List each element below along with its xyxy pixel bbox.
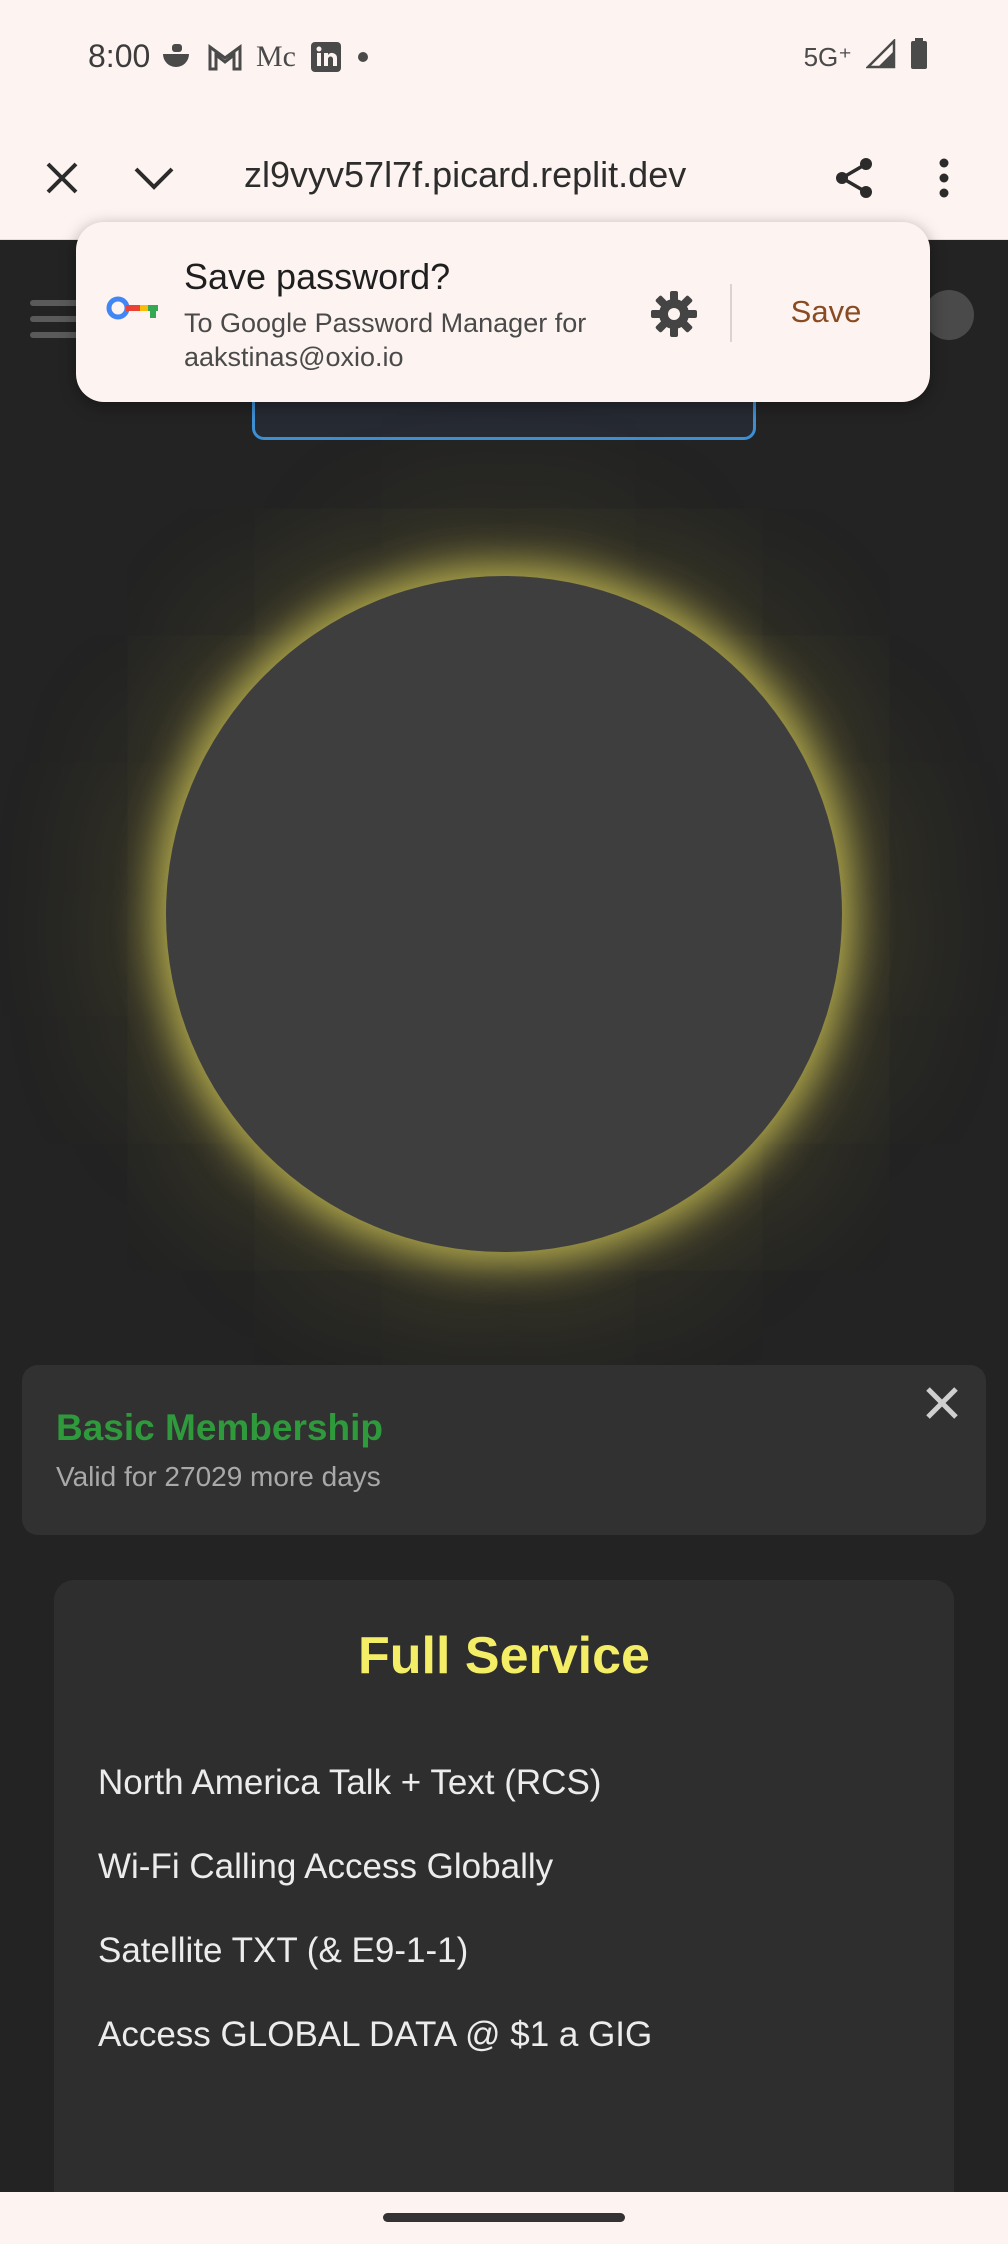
feature-item: Access GLOBAL DATA @ $1 a GIG: [98, 2015, 653, 2054]
signal-icon: [864, 37, 896, 76]
gesture-navigation-bar: [0, 2192, 1008, 2244]
menu-icon[interactable]: [30, 300, 80, 348]
feature-item: North America Talk + Text (RCS): [98, 1763, 602, 1802]
dismiss-membership-button[interactable]: [912, 1373, 972, 1433]
status-time: 8:00: [88, 38, 151, 74]
close-tab-button[interactable]: [26, 142, 98, 214]
password-key-icon: [106, 296, 162, 329]
notification-app-icon: [160, 42, 194, 72]
more-vert-icon: [939, 158, 949, 198]
status-bar: 8:00 Mc 5G⁺: [0, 0, 1008, 116]
notification-icons: Mc: [160, 40, 370, 74]
service-title: Full Service: [358, 1627, 650, 1685]
status-indicators: 5G⁺: [803, 37, 928, 77]
gear-icon: [651, 291, 697, 337]
page-content: Basic Membership Valid for 27029 more da…: [0, 240, 1008, 2192]
account-icon[interactable]: [924, 290, 974, 340]
membership-validity: Valid for 27029 more days: [56, 1461, 381, 1492]
close-icon: [926, 1387, 958, 1419]
chevron-down-icon: [134, 167, 174, 190]
share-button[interactable]: [818, 142, 890, 214]
membership-card: Basic Membership Valid for 27029 more da…: [22, 1365, 986, 1535]
home-gesture-handle[interactable]: [383, 2213, 625, 2222]
minimize-tab-button[interactable]: [118, 142, 190, 214]
membership-title: Basic Membership: [56, 1407, 383, 1448]
news-app-icon: Mc: [256, 40, 296, 73]
full-service-card: Full Service North America Talk + Text (…: [54, 1580, 954, 2192]
save-password-button[interactable]: Save: [758, 280, 894, 344]
prompt-title: Save password?: [184, 256, 451, 297]
more-notifications-dot-icon: [356, 50, 370, 64]
feature-item: Wi-Fi Calling Access Globally: [98, 1847, 554, 1886]
feature-list: North America Talk + Text (RCS) Wi-Fi Ca…: [98, 1762, 652, 2098]
more-options-button[interactable]: [908, 142, 980, 214]
close-icon: [46, 162, 78, 194]
prompt-description: To Google Password Manager for aakstinas…: [184, 308, 587, 372]
url-display[interactable]: zl9vyv57l7f.picard.replit.dev: [244, 154, 724, 196]
feature-item: Satellite TXT (& E9-1-1): [98, 1931, 469, 1970]
glowing-orb[interactable]: [166, 576, 842, 1252]
save-password-prompt: Save password? To Google Password Manage…: [76, 222, 930, 402]
password-settings-button[interactable]: [646, 286, 702, 342]
divider: [730, 284, 732, 342]
linkedin-icon: [310, 41, 342, 73]
network-type: 5G⁺: [803, 42, 852, 72]
gmail-icon: [208, 43, 242, 71]
share-icon: [836, 158, 872, 198]
battery-icon: [910, 38, 928, 77]
